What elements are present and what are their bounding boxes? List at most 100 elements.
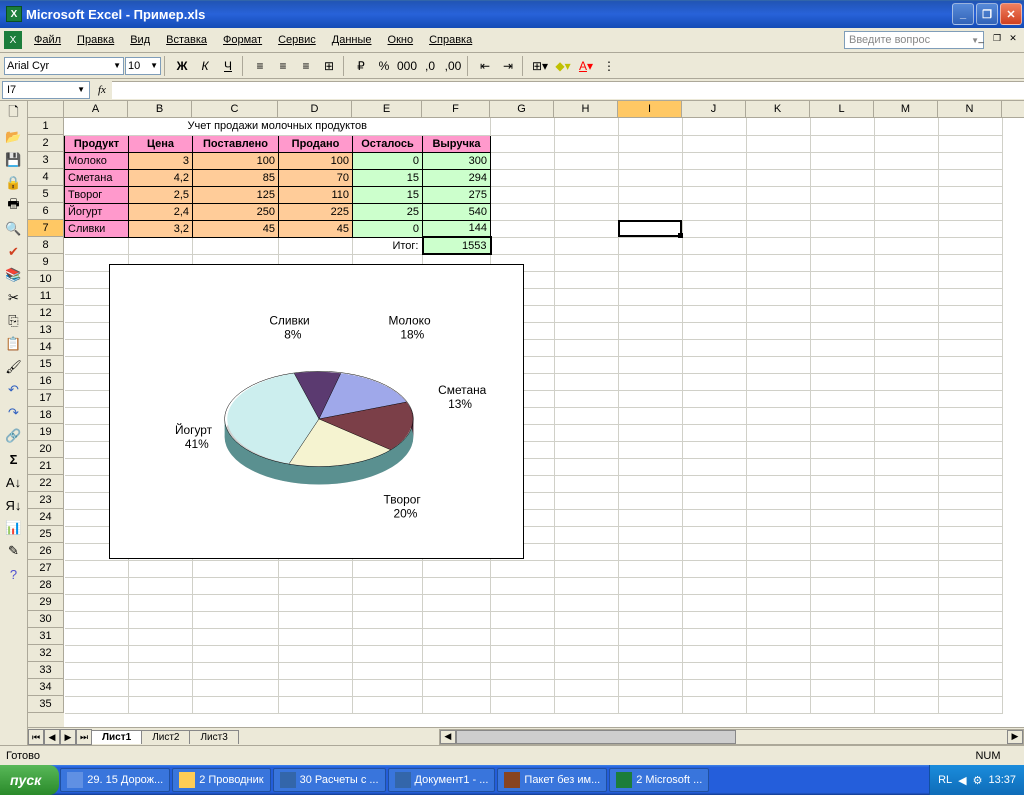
- row-header-9[interactable]: 9: [28, 254, 64, 271]
- cell[interactable]: [875, 611, 939, 628]
- cell[interactable]: [619, 458, 683, 475]
- cell[interactable]: [811, 492, 875, 509]
- cell[interactable]: [683, 696, 747, 713]
- cell[interactable]: [811, 662, 875, 679]
- cell[interactable]: [683, 526, 747, 543]
- col-header-B[interactable]: B: [128, 101, 192, 117]
- cell[interactable]: [353, 577, 423, 594]
- cell[interactable]: [491, 237, 555, 254]
- row-header-16[interactable]: 16: [28, 373, 64, 390]
- percent-button[interactable]: %: [373, 55, 395, 77]
- row-header-35[interactable]: 35: [28, 696, 64, 713]
- cell[interactable]: [683, 203, 747, 220]
- tray-icon-2[interactable]: ⚙: [973, 774, 983, 787]
- cell[interactable]: 225: [279, 203, 353, 220]
- copy-icon[interactable]: ⎘: [3, 310, 25, 332]
- cell[interactable]: [193, 594, 279, 611]
- help-search-input[interactable]: Введите вопрос▼: [844, 31, 984, 49]
- tab-nav-prev[interactable]: ◀: [44, 729, 60, 745]
- cell[interactable]: Учет продажи молочных продуктов: [65, 118, 491, 135]
- cell[interactable]: [555, 696, 619, 713]
- cell[interactable]: [353, 560, 423, 577]
- cell[interactable]: [683, 322, 747, 339]
- cell[interactable]: [279, 645, 353, 662]
- cell[interactable]: [683, 254, 747, 271]
- col-header-A[interactable]: A: [64, 101, 128, 117]
- cell[interactable]: 45: [193, 220, 279, 237]
- cell[interactable]: [555, 611, 619, 628]
- save-icon[interactable]: 💾: [3, 149, 25, 171]
- cell[interactable]: [811, 628, 875, 645]
- cell[interactable]: [939, 679, 1003, 696]
- cell[interactable]: [875, 662, 939, 679]
- cell[interactable]: [875, 424, 939, 441]
- cell[interactable]: [129, 645, 193, 662]
- cell[interactable]: [491, 645, 555, 662]
- task-6[interactable]: 2 Microsoft ...: [609, 768, 709, 792]
- align-left-button[interactable]: ≡: [249, 55, 271, 77]
- cell[interactable]: 15: [353, 186, 423, 203]
- cell[interactable]: [619, 237, 683, 254]
- cell[interactable]: [619, 628, 683, 645]
- horizontal-scrollbar[interactable]: ◀ ▶: [439, 729, 1024, 745]
- cell[interactable]: [683, 220, 747, 237]
- sheet-tab-3[interactable]: Лист3: [189, 730, 238, 744]
- cell[interactable]: [555, 305, 619, 322]
- formula-input[interactable]: [112, 81, 1024, 99]
- cell[interactable]: [279, 679, 353, 696]
- sheet-tab-2[interactable]: Лист2: [141, 730, 190, 744]
- cell[interactable]: [939, 492, 1003, 509]
- row-header-28[interactable]: 28: [28, 577, 64, 594]
- cell[interactable]: [683, 118, 747, 135]
- cell[interactable]: Итог:: [353, 237, 423, 254]
- cell[interactable]: 85: [193, 169, 279, 186]
- cell[interactable]: [811, 305, 875, 322]
- cell[interactable]: [619, 271, 683, 288]
- lang-indicator[interactable]: RL: [938, 774, 952, 786]
- cell[interactable]: [555, 288, 619, 305]
- cell[interactable]: [619, 611, 683, 628]
- menu-view[interactable]: Вид: [122, 31, 158, 49]
- col-header-K[interactable]: K: [746, 101, 810, 117]
- cell[interactable]: [747, 407, 811, 424]
- cell[interactable]: Продукт: [65, 135, 129, 152]
- cell[interactable]: [747, 560, 811, 577]
- tab-nav-next[interactable]: ▶: [60, 729, 76, 745]
- cell[interactable]: [491, 679, 555, 696]
- help-icon[interactable]: ?: [3, 563, 25, 585]
- col-header-N[interactable]: N: [938, 101, 1002, 117]
- cell[interactable]: [747, 492, 811, 509]
- cell[interactable]: [747, 424, 811, 441]
- row-header-27[interactable]: 27: [28, 560, 64, 577]
- cell[interactable]: [129, 696, 193, 713]
- cell[interactable]: [747, 679, 811, 696]
- cell[interactable]: 125: [193, 186, 279, 203]
- name-box[interactable]: I7▼: [2, 81, 90, 99]
- cell[interactable]: [747, 475, 811, 492]
- cell[interactable]: [683, 560, 747, 577]
- cell[interactable]: [875, 390, 939, 407]
- cell[interactable]: [129, 560, 193, 577]
- cell[interactable]: [193, 645, 279, 662]
- font-combo[interactable]: Arial Cyr▼: [4, 57, 124, 75]
- cell[interactable]: [811, 509, 875, 526]
- cell[interactable]: [875, 526, 939, 543]
- cell[interactable]: [193, 577, 279, 594]
- cell[interactable]: [619, 305, 683, 322]
- cell[interactable]: [747, 237, 811, 254]
- cell[interactable]: [279, 696, 353, 713]
- cell[interactable]: [65, 560, 129, 577]
- col-header-L[interactable]: L: [810, 101, 874, 117]
- cell[interactable]: Творог: [65, 186, 129, 203]
- task-5[interactable]: Пакет без им...: [497, 768, 607, 792]
- row-header-24[interactable]: 24: [28, 509, 64, 526]
- menu-insert[interactable]: Вставка: [158, 31, 215, 49]
- cell[interactable]: [747, 696, 811, 713]
- cell[interactable]: 300: [423, 152, 491, 169]
- start-button[interactable]: пуск: [0, 765, 59, 795]
- row-header-5[interactable]: 5: [28, 186, 64, 203]
- row-header-22[interactable]: 22: [28, 475, 64, 492]
- cell[interactable]: [939, 220, 1003, 237]
- cell[interactable]: [875, 305, 939, 322]
- cell[interactable]: [65, 577, 129, 594]
